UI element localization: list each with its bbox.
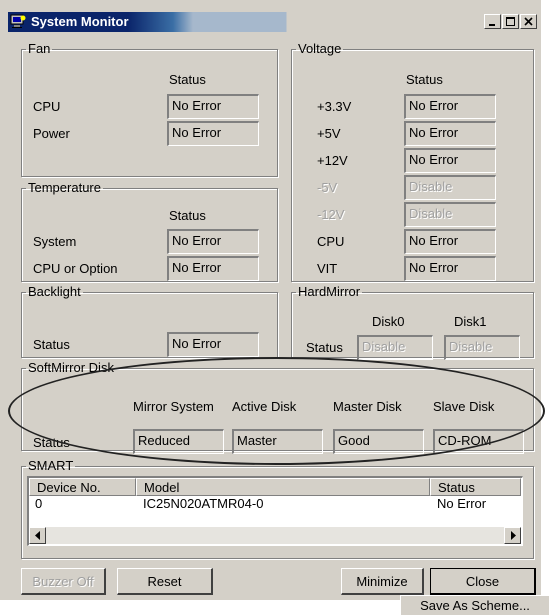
reset-button[interactable]: Reset xyxy=(117,568,213,595)
scroll-left-button[interactable] xyxy=(29,527,46,544)
softmirror-header-active-disk: Active Disk xyxy=(232,399,297,414)
fan-cpu-status: No Error xyxy=(167,94,259,119)
softmirror-slave-disk-value: CD-ROM xyxy=(433,429,524,454)
smart-row-status: No Error xyxy=(437,496,487,511)
fan-power-status: No Error xyxy=(167,121,259,146)
voltage-status-header: Status xyxy=(406,72,443,87)
temperature-cpu-label: CPU or Option xyxy=(33,261,118,276)
hardmirror-status-label: Status xyxy=(306,340,343,355)
smart-row-device: 0 xyxy=(35,496,43,511)
fan-group: Fan Status CPU No Error Power No Error xyxy=(21,42,278,177)
temperature-system-status: No Error xyxy=(167,229,259,254)
smart-legend: SMART xyxy=(28,458,74,473)
minimize-button[interactable]: Minimize xyxy=(341,568,424,595)
smart-table-row[interactable]: 0 IC25N020ATMR04-0 No Error xyxy=(29,496,522,513)
softmirror-master-disk-value: Good xyxy=(333,429,424,454)
backlight-legend: Backlight xyxy=(28,284,81,299)
fan-legend: Fan xyxy=(28,41,51,56)
fan-power-label: Power xyxy=(33,126,70,141)
softmirror-mirror-system-value: Reduced xyxy=(133,429,224,454)
hardmirror-disk1-header: Disk1 xyxy=(454,314,487,329)
hardmirror-group: HardMirror Disk0 Disk1 Status Disable Di… xyxy=(291,284,534,360)
scroll-right-button[interactable] xyxy=(504,527,521,544)
voltage-vit-label: VIT xyxy=(317,261,338,276)
voltage-legend: Voltage xyxy=(298,41,342,56)
close-icon xyxy=(524,17,533,26)
window-title: System Monitor xyxy=(31,14,129,29)
temperature-legend: Temperature xyxy=(28,180,101,195)
softmirror-legend: SoftMirror Disk xyxy=(28,360,114,375)
smart-column-model[interactable]: Model xyxy=(136,478,430,496)
smart-row-model: IC25N020ATMR04-0 xyxy=(143,496,264,511)
save-as-scheme-tooltip: Save As Scheme... xyxy=(400,595,549,615)
smart-device-list[interactable]: Device No. Model Status 0 IC25N020ATMR04… xyxy=(27,476,523,546)
voltage-12v-status: No Error xyxy=(404,148,496,173)
temperature-cpu-status: No Error xyxy=(167,256,259,281)
backlight-status-label: Status xyxy=(33,337,70,352)
voltage-neg12v-status: Disable xyxy=(404,202,496,227)
fan-cpu-label: CPU xyxy=(33,99,61,114)
buzzer-off-button[interactable]: Buzzer Off xyxy=(21,568,106,595)
system-monitor-window: System Monitor Fan Status CPU No Error P… xyxy=(0,0,545,600)
temperature-system-label: System xyxy=(33,234,77,249)
voltage-neg5v-label: -5V xyxy=(317,180,338,195)
voltage-neg12v-label: -12V xyxy=(317,207,345,222)
hardmirror-legend: HardMirror xyxy=(298,284,361,299)
backlight-status-value: No Error xyxy=(167,332,259,357)
voltage-3v3-status: No Error xyxy=(404,94,496,119)
title-bar[interactable]: System Monitor xyxy=(8,12,538,32)
voltage-cpu-label: CPU xyxy=(317,234,345,249)
maximize-icon xyxy=(506,17,515,26)
voltage-5v-label: +5V xyxy=(317,126,341,141)
temperature-group: Temperature Status System No Error CPU o… xyxy=(21,181,278,282)
softmirror-group: SoftMirror Disk Mirror System Active Dis… xyxy=(21,360,534,454)
smart-column-device[interactable]: Device No. xyxy=(29,478,136,496)
softmirror-header-slave-disk: Slave Disk xyxy=(433,399,495,414)
minimize-window-button[interactable] xyxy=(484,14,501,29)
hardmirror-disk0-header: Disk0 xyxy=(372,314,405,329)
hardmirror-disk1-status: Disable xyxy=(444,335,520,360)
voltage-12v-label: +12V xyxy=(317,153,348,168)
backlight-group: Backlight Status No Error xyxy=(21,285,278,358)
arrow-right-icon xyxy=(511,531,516,540)
arrow-left-icon xyxy=(35,531,40,540)
minimize-icon xyxy=(489,24,495,26)
softmirror-header-mirror-system: Mirror System xyxy=(133,399,214,414)
softmirror-status-label: Status xyxy=(33,435,70,450)
voltage-vit-status: No Error xyxy=(404,256,496,281)
hardmirror-disk0-status: Disable xyxy=(357,335,433,360)
voltage-group: Voltage Status +3.3V No Error +5V No Err… xyxy=(291,42,534,282)
smart-column-status[interactable]: Status xyxy=(430,478,521,496)
maximize-window-button[interactable] xyxy=(502,14,519,29)
fan-status-header: Status xyxy=(169,72,206,87)
temperature-status-header: Status xyxy=(169,208,206,223)
voltage-5v-status: No Error xyxy=(404,121,496,146)
voltage-cpu-status: No Error xyxy=(404,229,496,254)
close-button[interactable]: Close xyxy=(430,568,536,595)
voltage-neg5v-status: Disable xyxy=(404,175,496,200)
monitor-icon xyxy=(10,14,26,28)
close-window-button[interactable] xyxy=(520,14,537,29)
softmirror-header-master-disk: Master Disk xyxy=(333,399,402,414)
softmirror-active-disk-value: Master xyxy=(232,429,323,454)
voltage-3v3-label: +3.3V xyxy=(317,99,352,114)
smart-horizontal-scrollbar[interactable] xyxy=(29,527,521,544)
